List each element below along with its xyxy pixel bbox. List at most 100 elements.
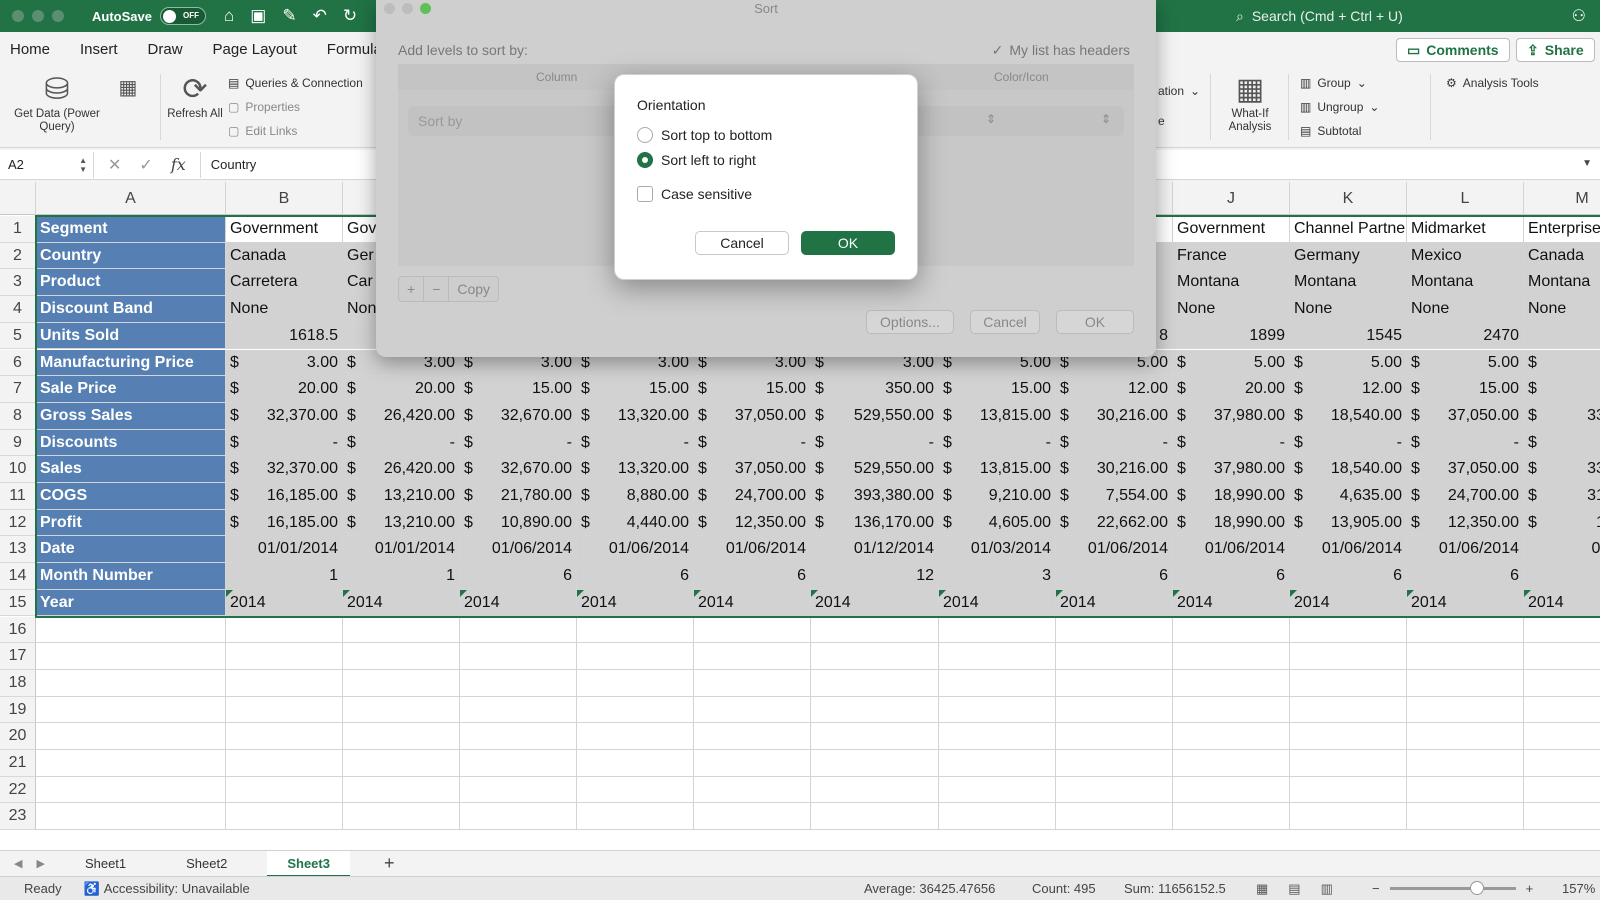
table-cell[interactable]: $ - xyxy=(939,429,1056,457)
empty-cell[interactable] xyxy=(460,776,577,804)
sheet-tab-sheet1[interactable]: Sheet1 xyxy=(75,856,136,871)
row-header[interactable]: 10 xyxy=(0,456,36,483)
accessibility-status[interactable]: ♿ Accessibility: Unavailable xyxy=(84,881,250,897)
empty-cell[interactable] xyxy=(694,669,811,697)
table-cell[interactable]: $30,216.00 xyxy=(1056,456,1173,483)
sheet-tab-sheet3[interactable]: Sheet3 xyxy=(267,850,350,877)
empty-cell[interactable] xyxy=(1290,776,1407,804)
table-cell[interactable]: 01/06/2014 xyxy=(1290,536,1407,564)
empty-cell[interactable] xyxy=(577,776,694,804)
table-cell[interactable]: $32,370.00 xyxy=(226,456,343,483)
empty-cell[interactable] xyxy=(226,669,343,697)
table-cell[interactable]: None xyxy=(226,296,343,323)
empty-cell[interactable] xyxy=(1290,616,1407,644)
empty-cell[interactable] xyxy=(36,643,226,670)
empty-cell[interactable] xyxy=(577,723,694,750)
column-header[interactable]: A xyxy=(36,182,226,215)
table-cell[interactable]: $12.00 xyxy=(1290,376,1407,403)
empty-cell[interactable] xyxy=(343,669,460,697)
row-header[interactable]: 6 xyxy=(0,349,36,377)
table-cell[interactable]: $ - xyxy=(694,429,811,457)
empty-cell[interactable] xyxy=(694,696,811,724)
row-header[interactable]: 5 xyxy=(0,322,36,350)
table-cell[interactable]: $12,350.00 xyxy=(1407,509,1524,537)
empty-cell[interactable] xyxy=(939,750,1056,777)
column-header[interactable]: J xyxy=(1173,182,1290,215)
row-header[interactable]: 3 xyxy=(0,269,36,297)
empty-cell[interactable] xyxy=(811,803,939,831)
row-header[interactable]: 22 xyxy=(0,776,36,804)
row-header[interactable]: 15 xyxy=(0,589,36,617)
consolidate-button[interactable]: e xyxy=(1158,114,1165,128)
table-cell[interactable]: 6 xyxy=(694,563,811,590)
table-cell[interactable]: $18,540.00 xyxy=(1290,456,1407,483)
row-header[interactable]: 17 xyxy=(0,643,36,670)
table-cell[interactable]: 01/12/2014 xyxy=(811,536,939,564)
empty-cell[interactable] xyxy=(1290,643,1407,670)
table-cell[interactable]: 2014 xyxy=(226,589,343,617)
empty-cell[interactable] xyxy=(343,616,460,644)
table-cell[interactable]: $5.00 xyxy=(1407,349,1524,377)
empty-cell[interactable] xyxy=(36,776,226,804)
table-cell[interactable]: $24,700.00 xyxy=(694,483,811,510)
remove-level-icon[interactable]: − xyxy=(424,277,450,301)
confirm-entry-icon[interactable]: ✓ xyxy=(139,155,152,175)
empty-cell[interactable] xyxy=(460,696,577,724)
table-cell[interactable]: $13,815.00 xyxy=(939,456,1056,483)
empty-cell[interactable] xyxy=(694,776,811,804)
empty-cell[interactable] xyxy=(1056,803,1173,831)
table-cell[interactable]: $13,320.00 xyxy=(577,402,694,430)
sort-cancel-button[interactable]: Cancel xyxy=(970,310,1040,334)
table-cell[interactable]: $18,540.00 xyxy=(1290,402,1407,430)
table-cell[interactable]: Channel Partne xyxy=(1290,216,1407,243)
empty-cell[interactable] xyxy=(1173,723,1290,750)
table-cell[interactable]: $10,890.00 xyxy=(460,509,577,537)
get-data-button[interactable]: ⛁ Get Data (Power Query) xyxy=(8,72,106,134)
empty-cell[interactable] xyxy=(1407,616,1524,644)
table-cell[interactable]: 2014 xyxy=(939,589,1056,617)
empty-cell[interactable] xyxy=(577,803,694,831)
table-cell[interactable]: 6 xyxy=(460,563,577,590)
table-cell[interactable]: 2014 xyxy=(1407,589,1524,617)
table-cell[interactable]: 01/06/2014 xyxy=(577,536,694,564)
tab-draw[interactable]: Draw xyxy=(133,41,198,58)
table-cell[interactable]: 2 xyxy=(1524,322,1600,350)
empty-cell[interactable] xyxy=(460,616,577,644)
table-cell[interactable]: 2014 xyxy=(460,589,577,617)
row-label-cell[interactable]: COGS xyxy=(36,483,226,510)
empty-cell[interactable] xyxy=(460,750,577,777)
autosave-toggle[interactable]: OFF xyxy=(159,7,206,25)
empty-cell[interactable] xyxy=(226,696,343,724)
table-cell[interactable]: $4,635.00 xyxy=(1290,483,1407,510)
comments-button[interactable]: ▭ Comments xyxy=(1396,38,1510,62)
empty-cell[interactable] xyxy=(694,750,811,777)
table-cell[interactable]: Canada xyxy=(1524,242,1600,270)
table-cell[interactable]: 01/01/2014 xyxy=(343,536,460,564)
empty-cell[interactable] xyxy=(1407,696,1524,724)
normal-view-icon[interactable]: ▦ xyxy=(1256,881,1268,897)
row-header[interactable]: 21 xyxy=(0,750,36,777)
empty-cell[interactable] xyxy=(577,750,694,777)
empty-cell[interactable] xyxy=(1407,669,1524,697)
select-arrows-icon[interactable]: ⇕ xyxy=(986,112,996,126)
table-cell[interactable]: None xyxy=(1407,296,1524,323)
row-header[interactable]: 13 xyxy=(0,536,36,564)
table-cell[interactable]: $37,980.00 xyxy=(1173,456,1290,483)
empty-cell[interactable] xyxy=(343,723,460,750)
row-header[interactable]: 18 xyxy=(0,669,36,697)
page-break-view-icon[interactable]: ▥ xyxy=(1321,881,1333,897)
table-cell[interactable]: $529,550.00 xyxy=(811,402,939,430)
table-cell[interactable]: 1899 xyxy=(1173,322,1290,350)
empty-cell[interactable] xyxy=(1173,643,1290,670)
empty-cell[interactable] xyxy=(1407,643,1524,670)
share-button[interactable]: ⇪ Share xyxy=(1516,38,1595,62)
table-cell[interactable]: $21,780.00 xyxy=(460,483,577,510)
sort-ok-button[interactable]: OK xyxy=(1056,310,1134,334)
empty-cell[interactable] xyxy=(1056,696,1173,724)
empty-cell[interactable] xyxy=(1524,776,1600,804)
empty-cell[interactable] xyxy=(226,803,343,831)
from-table-button[interactable]: ▦ xyxy=(108,70,148,106)
column-header[interactable]: L xyxy=(1407,182,1524,215)
zoom-level[interactable]: 157% xyxy=(1562,881,1595,896)
empty-cell[interactable] xyxy=(939,803,1056,831)
